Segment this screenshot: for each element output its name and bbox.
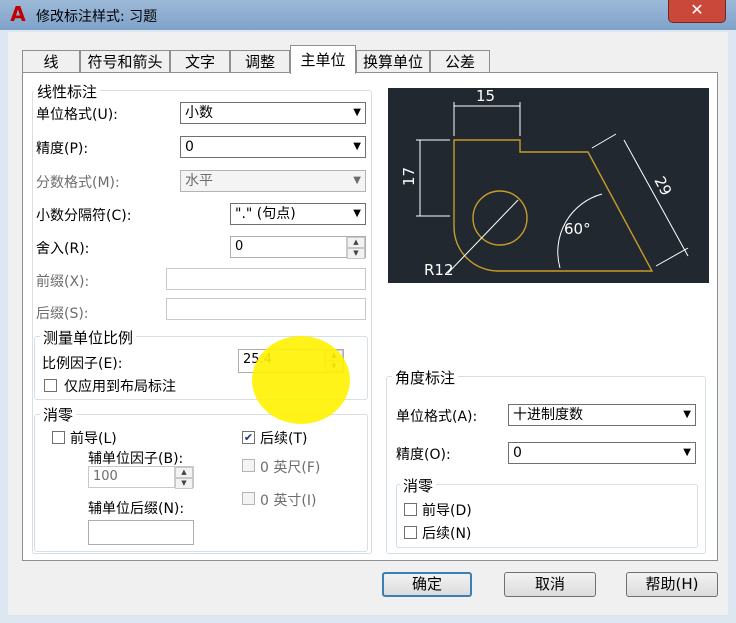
sub-unit-factor-label: 辅单位因子(B): — [88, 451, 184, 467]
angular-trailing-label: 后续(N) — [422, 526, 472, 542]
layout-only-label: 仅应用到布局标注 — [64, 379, 176, 395]
leading-checkbox[interactable] — [52, 431, 65, 444]
close-button[interactable]: ✕ — [668, 0, 726, 23]
suffix-label: 后缀(S): — [36, 306, 89, 322]
angular-trailing-checkbox[interactable] — [404, 526, 417, 539]
zero-suppression-title: 消零 — [40, 404, 77, 425]
tab-lines[interactable]: 线 — [22, 50, 80, 73]
trailing-checkbox[interactable]: ✔ — [242, 431, 255, 444]
precision-label: 精度(P): — [36, 141, 89, 157]
tab-alternate-units[interactable]: 换算单位 — [356, 50, 430, 73]
tab-text[interactable]: 文字 — [170, 50, 230, 73]
scale-group-title: 测量单位比例 — [40, 327, 137, 348]
angular-precision-label: 精度(O): — [396, 447, 451, 463]
preview-dim-15: 15 — [476, 88, 495, 105]
fraction-format-label: 分数格式(M): — [36, 175, 120, 191]
cursor-highlight — [252, 336, 350, 424]
unit-format-label: 单位格式(U): — [36, 107, 118, 123]
preview-dim-17: 17 — [400, 167, 418, 186]
autocad-logo-icon: A — [10, 2, 26, 26]
leading-label: 前导(L) — [70, 431, 117, 447]
tab-primary-units[interactable]: 主单位 — [290, 45, 356, 74]
suffix-input[interactable] — [166, 298, 366, 320]
precision-select[interactable]: 0 ▼ — [180, 136, 366, 158]
preview-radius: R12 — [424, 261, 454, 279]
sub-unit-suffix-input[interactable] — [88, 520, 194, 545]
tab-symbols-arrows[interactable]: 符号和箭头 — [80, 50, 170, 73]
layout-only-checkbox[interactable] — [44, 379, 57, 392]
decimal-separator-label: 小数分隔符(C): — [36, 208, 132, 224]
tab-fit[interactable]: 调整 — [230, 50, 290, 73]
round-off-label: 舍入(R): — [36, 241, 90, 257]
ok-button[interactable]: 确定 — [382, 572, 472, 597]
dropdown-arrow-icon: ▼ — [353, 175, 361, 186]
cancel-button[interactable]: 取消 — [504, 572, 596, 597]
decimal-separator-select[interactable]: "." (句点) ▼ — [230, 203, 366, 225]
window-title: 修改标注样式: 习题 — [36, 9, 158, 25]
title-bar: A 修改标注样式: 习题 ✕ — [0, 0, 736, 30]
scale-factor-label: 比例因子(E): — [42, 356, 123, 372]
zero-feet-checkbox[interactable] — [242, 459, 255, 472]
dropdown-arrow-icon: ▼ — [683, 409, 691, 420]
dropdown-arrow-icon: ▼ — [353, 208, 361, 219]
zero-inches-checkbox[interactable] — [242, 492, 255, 505]
fraction-format-select: 水平 ▼ — [180, 170, 366, 192]
angular-unit-format-select[interactable]: 十进制度数 ▼ — [508, 404, 696, 426]
zero-inches-label: 0 英寸(I) — [260, 493, 317, 509]
angular-unit-format-label: 单位格式(A): — [396, 409, 478, 425]
trailing-label: 后续(T) — [260, 431, 308, 447]
prefix-label: 前缀(X): — [36, 274, 90, 290]
sub-unit-factor-input[interactable]: 100 ▲ ▼ — [88, 466, 194, 489]
dropdown-arrow-icon: ▼ — [683, 447, 691, 458]
dropdown-arrow-icon: ▼ — [353, 141, 361, 152]
tab-tolerances[interactable]: 公差 — [430, 50, 490, 73]
zero-feet-label: 0 英尺(F) — [260, 460, 321, 476]
unit-format-select[interactable]: 小数 ▼ — [180, 102, 366, 124]
prefix-input[interactable] — [166, 268, 366, 290]
help-button[interactable]: 帮助(H) — [626, 572, 718, 597]
spin-up-icon[interactable]: ▲ — [175, 467, 193, 478]
sub-unit-suffix-label: 辅单位后缀(N): — [88, 501, 185, 517]
spin-up-icon[interactable]: ▲ — [347, 237, 365, 248]
dimension-preview: 15 17 29 60° R12 — [388, 87, 709, 283]
linear-group-title: 线性标注 — [34, 81, 101, 102]
round-off-spinner[interactable]: ▲ ▼ — [346, 237, 365, 259]
preview-angle: 60° — [564, 220, 591, 238]
angular-leading-checkbox[interactable] — [404, 503, 417, 516]
spin-down-icon[interactable]: ▼ — [347, 248, 365, 259]
sub-unit-factor-spinner[interactable]: ▲ ▼ — [174, 467, 193, 489]
round-off-input[interactable]: 0 ▲ ▼ — [230, 236, 366, 259]
spin-down-icon[interactable]: ▼ — [175, 478, 193, 489]
angular-zero-suppression-title: 消零 — [400, 475, 437, 496]
angular-precision-select[interactable]: 0 ▼ — [508, 442, 696, 464]
angular-leading-label: 前导(D) — [422, 503, 472, 519]
angular-group-title: 角度标注 — [392, 367, 459, 388]
dropdown-arrow-icon: ▼ — [353, 107, 361, 118]
